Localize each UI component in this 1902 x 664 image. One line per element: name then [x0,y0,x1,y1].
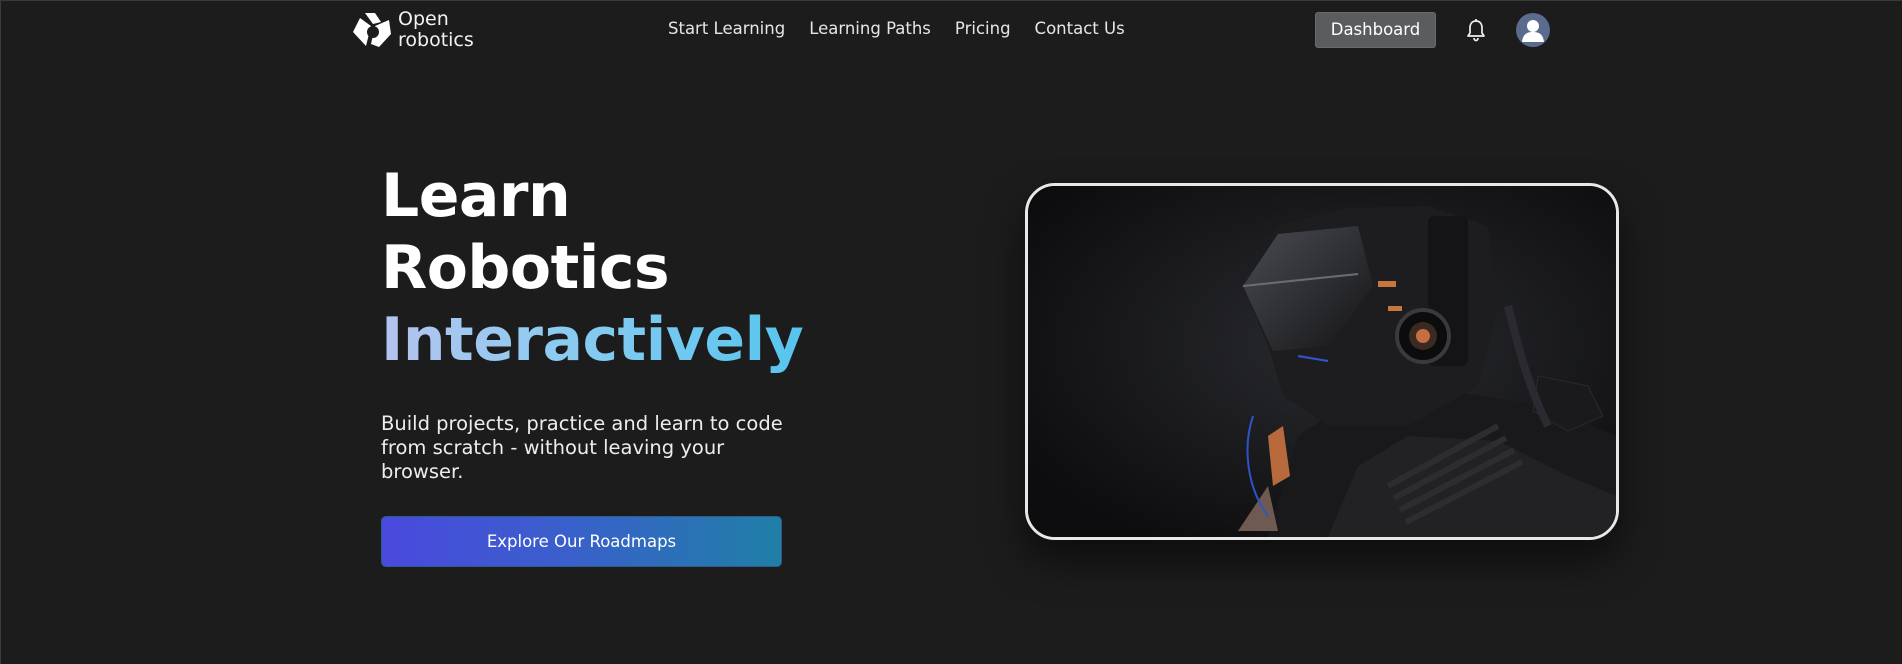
nav-link-pricing[interactable]: Pricing [955,18,1011,40]
dashboard-button[interactable]: Dashboard [1315,12,1436,48]
hero-title: Learn Robotics Interactively [381,160,804,376]
brand-name: Open robotics [398,9,474,51]
bell-icon[interactable] [1463,16,1489,44]
explore-roadmaps-button[interactable]: Explore Our Roadmaps [381,516,782,567]
nav-link-start-learning[interactable]: Start Learning [668,18,785,40]
hero-title-line3: Interactively [381,305,804,375]
hero-subtitle: Build projects, practice and learn to co… [381,412,783,483]
robot-image [1025,183,1619,540]
user-avatar-icon[interactable] [1516,13,1550,47]
hero-title-line1: Learn [381,161,571,231]
hero-title-line2: Robotics [381,233,670,303]
brand-logo[interactable]: Open robotics [351,7,474,53]
nav-link-learning-paths[interactable]: Learning Paths [809,18,931,40]
top-navbar: Open robotics Start Learning Learning Pa… [0,0,1902,60]
brand-name-line1: Open [398,8,449,30]
main-menu: Start Learning Learning Paths Pricing Co… [668,18,1149,40]
brand-name-line2: robotics [398,29,474,51]
open-robotics-logo-icon [353,13,391,47]
left-border [0,0,1,664]
nav-link-contact-us[interactable]: Contact Us [1035,18,1125,40]
